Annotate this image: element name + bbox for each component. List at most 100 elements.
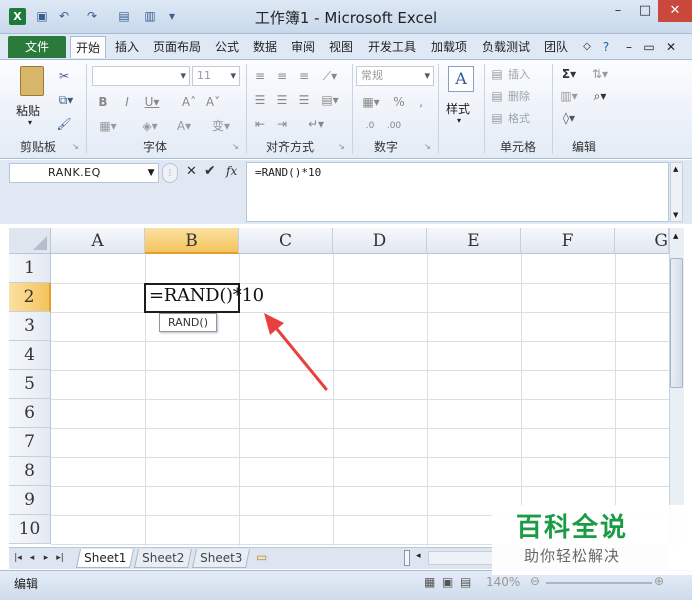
ribbon-restore-icon[interactable]: ▭	[642, 36, 656, 58]
column-header-b[interactable]: B	[145, 228, 239, 254]
increase-indent-icon[interactable]: ⇥	[274, 116, 290, 132]
row-header-3[interactable]: 3	[9, 312, 51, 341]
row-header-10[interactable]: 10	[9, 515, 51, 544]
format-cells-icon[interactable]: ▤	[490, 110, 504, 126]
delete-cells-icon[interactable]: ▤	[490, 88, 504, 104]
row-header-8[interactable]: 8	[9, 457, 51, 486]
styles-button[interactable]: A 样式 ▾	[444, 66, 478, 132]
sheet-tab-sheet2[interactable]: Sheet2	[133, 549, 193, 568]
orientation-icon[interactable]: ⟋▾	[320, 68, 340, 84]
expand-handle-icon[interactable]: ⋮	[162, 163, 178, 183]
maximize-button[interactable]: □	[632, 0, 658, 22]
chevron-down-icon[interactable]: ▼	[673, 211, 678, 219]
wrap-text-icon[interactable]: ↵▾	[304, 116, 328, 132]
grow-font-icon[interactable]: A˄	[180, 94, 198, 110]
zoom-slider[interactable]	[546, 582, 652, 584]
cancel-icon[interactable]: ✕	[186, 164, 197, 179]
ribbon-minimize-icon[interactable]: –	[622, 36, 636, 58]
comma-icon[interactable]: ,	[414, 94, 428, 110]
sort-filter-icon[interactable]: ⇅▾	[588, 66, 612, 82]
insert-cells-label[interactable]: 插入	[508, 66, 530, 82]
select-all-corner[interactable]	[9, 228, 51, 254]
shrink-font-icon[interactable]: A˅	[204, 94, 222, 110]
enter-icon[interactable]: ✔	[204, 163, 216, 179]
zoom-out-icon[interactable]: ⊖	[530, 574, 540, 588]
tab-split-handle[interactable]	[404, 550, 410, 566]
page-break-view-icon[interactable]: ▤	[460, 575, 471, 589]
font-size-combo[interactable]: 11 ▾	[192, 66, 240, 86]
paste-button[interactable]: 粘贴 ▾	[14, 66, 50, 132]
row-header-5[interactable]: 5	[9, 370, 51, 399]
first-sheet-icon[interactable]: |◂	[12, 550, 24, 566]
function-tooltip[interactable]: RAND()	[159, 313, 217, 332]
currency-icon[interactable]: ▦▾	[360, 94, 382, 110]
tab-insert[interactable]: 插入	[110, 36, 144, 58]
horizontal-scrollbar[interactable]	[428, 551, 494, 565]
fill-color-icon[interactable]: ◈▾	[138, 118, 162, 134]
zoom-level[interactable]: 140%	[486, 575, 520, 589]
insert-sheet-icon[interactable]: ▭	[256, 550, 267, 564]
row-header-4[interactable]: 4	[9, 341, 51, 370]
formula-input[interactable]: =RAND()*10	[246, 162, 669, 222]
sheet-tab-sheet3[interactable]: Sheet3	[191, 549, 251, 568]
column-header-g[interactable]: G	[615, 228, 669, 254]
insert-cells-icon[interactable]: ▤	[490, 66, 504, 82]
minimize-ribbon-icon[interactable]: ◇	[580, 36, 594, 58]
tab-home[interactable]: 开始	[70, 36, 106, 58]
zoom-in-icon[interactable]: ⊕	[654, 574, 664, 588]
tab-add-ins[interactable]: 加载项	[426, 36, 472, 58]
clear-icon[interactable]: ◊▾	[558, 110, 580, 126]
align-left-icon[interactable]: ☰	[252, 92, 268, 108]
close-button[interactable]: ✕	[658, 0, 692, 22]
insert-function-icon[interactable]: fx	[226, 164, 237, 178]
tab-review[interactable]: 审阅	[286, 36, 320, 58]
increase-decimal-icon[interactable]: .0	[360, 118, 380, 134]
align-center-icon[interactable]: ☰	[274, 92, 290, 108]
bold-icon[interactable]: B	[96, 94, 110, 110]
align-right-icon[interactable]: ☰	[296, 92, 312, 108]
tab-file[interactable]: 文件	[8, 36, 66, 58]
align-bottom-icon[interactable]: ≡	[296, 68, 312, 84]
align-middle-icon[interactable]: ≡	[274, 68, 290, 84]
next-sheet-icon[interactable]: ▸	[40, 550, 52, 566]
tab-page-layout[interactable]: 页面布局	[148, 36, 206, 58]
last-sheet-icon[interactable]: ▸|	[54, 550, 66, 566]
sheet-tab-sheet1[interactable]: Sheet1	[75, 549, 135, 568]
ribbon-close-icon[interactable]: ✕	[664, 36, 678, 58]
copy-icon[interactable]: ⧉▾	[56, 92, 76, 108]
border-icon[interactable]: ▦▾	[96, 118, 120, 134]
tab-developer[interactable]: 开发工具	[362, 36, 422, 58]
tab-formulas[interactable]: 公式	[210, 36, 244, 58]
page-layout-view-icon[interactable]: ▣	[442, 575, 453, 589]
column-header-a[interactable]: A	[51, 228, 145, 254]
tab-team[interactable]: 团队	[540, 36, 572, 58]
column-header-c[interactable]: C	[239, 228, 333, 254]
tab-view[interactable]: 视图	[324, 36, 358, 58]
normal-view-icon[interactable]: ▦	[424, 575, 435, 589]
italic-icon[interactable]: I	[120, 94, 134, 110]
merge-icon[interactable]: ▤▾	[320, 92, 340, 108]
decrease-decimal-icon[interactable]: .00	[384, 118, 404, 134]
font-name-combo[interactable]: ▾	[92, 66, 190, 86]
name-box[interactable]: RANK.EQ ▼	[9, 163, 159, 183]
phonetic-icon[interactable]: 变▾	[206, 118, 236, 134]
prev-sheet-icon[interactable]: ◂	[26, 550, 38, 566]
scroll-left-icon[interactable]: ◂	[416, 551, 421, 561]
row-header-9[interactable]: 9	[9, 486, 51, 515]
tab-load-test[interactable]: 负载测试	[476, 36, 536, 58]
number-launcher-icon[interactable]: ↘	[424, 139, 431, 155]
format-painter-icon[interactable]: 🖌	[56, 116, 72, 132]
tab-data[interactable]: 数据	[248, 36, 282, 58]
row-header-7[interactable]: 7	[9, 428, 51, 457]
alignment-launcher-icon[interactable]: ↘	[338, 139, 345, 155]
underline-icon[interactable]: U▾	[142, 94, 162, 110]
delete-cells-label[interactable]: 删除	[508, 88, 530, 104]
row-header-2[interactable]: 2	[9, 283, 51, 312]
clipboard-launcher-icon[interactable]: ↘	[72, 139, 79, 155]
number-format-combo[interactable]: 常规 ▾	[356, 66, 434, 86]
fill-icon[interactable]: ▥▾	[558, 88, 580, 104]
decrease-indent-icon[interactable]: ⇤	[252, 116, 268, 132]
formula-bar-scrollbar[interactable]: ▲ ▼	[670, 162, 683, 222]
find-select-icon[interactable]: ⌕▾	[588, 88, 612, 104]
format-cells-label[interactable]: 格式	[508, 110, 530, 126]
